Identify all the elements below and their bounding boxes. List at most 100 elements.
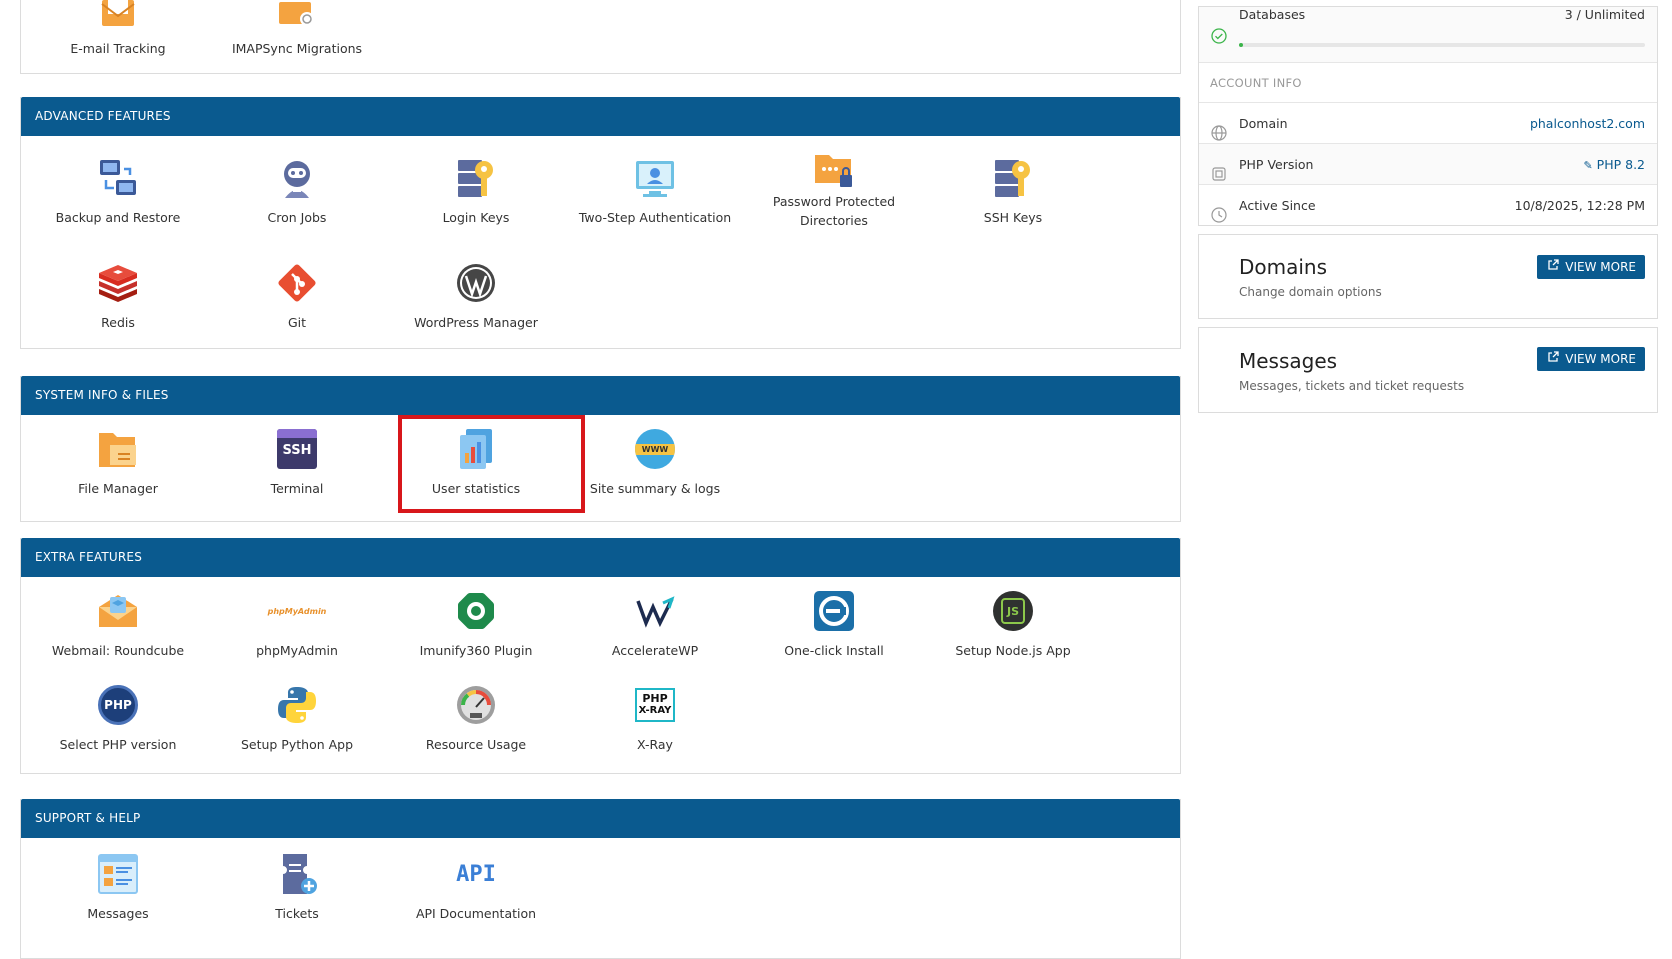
imapsync-item[interactable]: IMAPSync Migrations — [202, 0, 392, 58]
email-tracking-item[interactable]: E-mail Tracking — [23, 0, 213, 58]
api-icon: API — [454, 852, 498, 896]
site-summary-label: Site summary & logs — [589, 481, 721, 496]
php-version-link[interactable]: ✎ PHP 8.2 — [1583, 144, 1645, 186]
tickets-icon — [275, 852, 319, 896]
email-panel: E-mail Tracking IMAPSync Migrations — [20, 0, 1181, 74]
site-summary-glyph: WWW — [641, 445, 669, 454]
php-version-label: PHP Version — [1239, 157, 1314, 172]
api-docs-label: API Documentation — [415, 906, 537, 921]
messages-card-subtitle: Messages, tickets and ticket requests — [1239, 379, 1465, 393]
git-icon — [275, 261, 319, 305]
roundcube-icon — [96, 589, 140, 633]
xray-icon: PHP X-RAY — [633, 683, 677, 727]
resource-usage-item[interactable]: Resource Usage — [381, 683, 571, 754]
messages-item[interactable]: Messages — [23, 852, 213, 923]
extra-features-panel: EXTRA FEATURES Webmail: Roundcube phpMyA… — [20, 538, 1181, 774]
login-keys-icon — [454, 156, 498, 200]
login-keys-item[interactable]: Login Keys — [381, 156, 571, 227]
messages-view-more-button[interactable]: VIEW MORE — [1537, 347, 1645, 371]
account-info-title: ACCOUNT INFO — [1199, 63, 1657, 103]
email-tracking-label: E-mail Tracking — [70, 41, 166, 56]
messages-icon — [96, 852, 140, 896]
api-docs-item[interactable]: API API Documentation — [381, 852, 571, 923]
file-manager-item[interactable]: File Manager — [23, 427, 213, 498]
system-info-panel: SYSTEM INFO & FILES File Manager SSH Ter… — [20, 376, 1181, 522]
roundcube-item[interactable]: Webmail: Roundcube — [23, 589, 213, 660]
git-label: Git — [287, 315, 307, 330]
domain-value-link[interactable]: phalconhost2.com — [1530, 103, 1645, 144]
php-version-row: PHP Version ✎ PHP 8.2 — [1199, 144, 1657, 185]
check-circle-icon — [1211, 20, 1227, 44]
cron-jobs-item[interactable]: Cron Jobs — [202, 156, 392, 227]
nodejs-label: Setup Node.js App — [955, 643, 1071, 658]
php-version-icon: PHP — [96, 683, 140, 727]
phpmyadmin-item[interactable]: phpMyAdmin phpMyAdmin — [202, 589, 392, 660]
python-item[interactable]: Setup Python App — [202, 683, 392, 754]
site-summary-item[interactable]: WWW Site summary & logs — [560, 427, 750, 498]
imunify-item[interactable]: Imunify360 Plugin — [381, 589, 571, 660]
redis-item[interactable]: Redis — [23, 261, 213, 332]
chip-icon — [1211, 157, 1227, 181]
php-version-item[interactable]: PHP Select PHP version — [23, 683, 213, 754]
git-item[interactable]: Git — [202, 261, 392, 332]
backup-icon — [96, 156, 140, 200]
acceleratewp-item[interactable]: AccelerateWP — [560, 589, 750, 660]
resource-usage-label: Resource Usage — [425, 737, 527, 752]
advanced-features-header: ADVANCED FEATURES — [21, 97, 1180, 136]
two-step-icon — [633, 156, 677, 200]
ssh-keys-item[interactable]: SSH Keys — [918, 156, 1108, 227]
pencil-icon: ✎ — [1583, 159, 1593, 172]
backup-restore-item[interactable]: Backup and Restore — [23, 156, 213, 227]
messages-card: Messages Messages, tickets and ticket re… — [1198, 327, 1658, 413]
redis-label: Redis — [101, 315, 135, 330]
terminal-item[interactable]: SSH Terminal — [202, 427, 392, 498]
terminal-glyph: SSH — [282, 443, 312, 458]
one-click-install-item[interactable]: One-click Install — [739, 589, 929, 660]
domains-card-title: Domains — [1239, 255, 1328, 279]
password-dirs-label: Password Protected Directories — [772, 194, 896, 228]
nodejs-glyph: JS — [1001, 598, 1025, 624]
phpmyadmin-label: phpMyAdmin — [256, 643, 338, 658]
file-manager-label: File Manager — [78, 481, 158, 496]
external-link-icon — [1547, 347, 1559, 371]
ssh-keys-icon — [991, 156, 1035, 200]
imapsync-label: IMAPSync Migrations — [231, 41, 363, 56]
account-info-box: Databases 3 / Unlimited ACCOUNT INFO Dom… — [1198, 6, 1658, 226]
api-glyph: API — [456, 861, 496, 887]
password-dirs-item[interactable]: Password Protected Directories — [739, 147, 929, 230]
site-summary-icon: WWW — [633, 427, 677, 471]
active-since-row: Active Since 10/8/2025, 12:28 PM — [1199, 185, 1657, 226]
wordpress-item[interactable]: WordPress Manager — [381, 261, 571, 332]
external-link-icon — [1547, 255, 1559, 279]
user-statistics-highlight — [398, 415, 585, 513]
messages-card-title: Messages — [1239, 349, 1338, 373]
xray-glyph-php: PHP — [642, 692, 668, 705]
terminal-icon: SSH — [275, 427, 319, 471]
one-click-install-label: One-click Install — [784, 643, 884, 658]
wordpress-label: WordPress Manager — [414, 315, 538, 330]
domains-view-more-label: VIEW MORE — [1565, 260, 1636, 274]
xray-item[interactable]: PHP X-RAY X-Ray — [560, 683, 750, 754]
php-version-value: PHP 8.2 — [1596, 157, 1645, 172]
backup-restore-label: Backup and Restore — [55, 210, 181, 225]
file-manager-icon — [96, 427, 140, 471]
databases-row: Databases 3 / Unlimited — [1199, 7, 1657, 63]
xray-glyph-xray: X-RAY — [638, 705, 672, 716]
messages-view-more-label: VIEW MORE — [1565, 352, 1636, 366]
two-step-auth-item[interactable]: Two-Step Authentication — [560, 156, 750, 227]
domains-card: Domains Change domain options VIEW MORE — [1198, 234, 1658, 319]
domain-label: Domain — [1239, 116, 1288, 131]
email-tracking-icon — [96, 0, 140, 28]
tickets-item[interactable]: Tickets — [202, 852, 392, 923]
domains-view-more-button[interactable]: VIEW MORE — [1537, 255, 1645, 279]
nodejs-item[interactable]: JS Setup Node.js App — [918, 589, 1108, 660]
databases-value: 3 / Unlimited — [1564, 7, 1645, 22]
wordpress-icon — [454, 261, 498, 305]
phpmyadmin-icon: phpMyAdmin — [268, 589, 327, 633]
databases-label: Databases — [1239, 7, 1306, 22]
globe-icon — [1211, 116, 1227, 141]
php-version-label: Select PHP version — [59, 737, 177, 752]
xray-label: X-Ray — [637, 737, 673, 752]
tickets-label: Tickets — [275, 906, 319, 921]
active-since-label: Active Since — [1239, 198, 1316, 213]
